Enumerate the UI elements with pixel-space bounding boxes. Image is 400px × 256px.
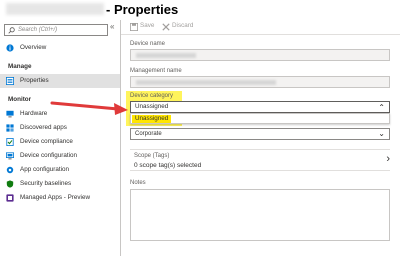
scope-value: 0 scope tag(s) selected [134, 162, 202, 169]
device-category-value: Unassigned [135, 103, 169, 110]
sidebar-item-hardware[interactable]: Hardware [0, 107, 120, 121]
management-name-field [130, 76, 390, 88]
redacted-device-name [136, 53, 196, 58]
toolbar-divider [121, 34, 400, 35]
sidebar-item-device-compliance[interactable]: Device compliance [0, 135, 120, 149]
save-label: Save [140, 22, 155, 29]
option-unassigned[interactable]: Unassigned [132, 115, 172, 123]
notes-textarea[interactable] [130, 189, 390, 241]
search-input[interactable]: Search (Ctrl+/) [4, 24, 108, 36]
chevron-right-icon: › [386, 153, 390, 165]
page-title: - Properties [106, 2, 179, 17]
collapse-sidebar-icon[interactable]: « [110, 22, 114, 31]
hardware-icon [6, 110, 14, 118]
sidebar-item-label: App configuration [20, 166, 70, 173]
security-icon [6, 180, 14, 188]
device-category-label: Device category [130, 93, 174, 99]
sidebar-item-label: Device configuration [20, 152, 78, 159]
device-category-dropdown[interactable]: Unassigned ⌃ [130, 101, 390, 113]
sidebar-item-label: Managed Apps - Preview [20, 194, 91, 201]
properties-icon [6, 77, 14, 85]
managed-apps-icon [6, 194, 14, 202]
sidebar-item-discovered-apps[interactable]: Discovered apps [0, 121, 120, 135]
sidebar-item-label: Properties [20, 77, 49, 84]
chevron-down-icon: ⌄ [378, 129, 385, 138]
sidebar-item-label: Overview [20, 44, 47, 51]
management-name-label: Management name [130, 68, 182, 74]
device-category-options: Unassigned [130, 113, 390, 124]
redacted-device-name [6, 3, 104, 15]
device-name-label: Device name [130, 41, 166, 47]
sidebar-item-device-configuration[interactable]: Device configuration [0, 149, 120, 163]
sidebar-item-overview[interactable]: Overview [0, 41, 120, 55]
sidebar: Search (Ctrl+/) « Overview Manage Proper… [0, 20, 121, 256]
close-icon [162, 23, 170, 31]
scope-label: Scope (Tags) [134, 153, 170, 159]
info-icon [6, 44, 14, 52]
redacted-management-name [136, 80, 276, 85]
configuration-icon [6, 152, 14, 160]
sidebar-item-app-configuration[interactable]: App configuration [0, 163, 120, 177]
sidebar-item-label: Device compliance [20, 138, 73, 145]
app-config-icon [6, 166, 14, 174]
title-bar: - Properties [0, 0, 400, 20]
sidebar-item-properties[interactable]: Properties [0, 74, 120, 88]
sidebar-item-label: Hardware [20, 110, 48, 117]
discard-label: Discard [172, 22, 194, 29]
sidebar-item-label: Discovered apps [20, 124, 67, 131]
sidebar-item-label: Security baselines [20, 180, 72, 187]
apps-icon [6, 124, 14, 132]
ownership-dropdown[interactable]: Corporate ⌄ [130, 128, 390, 140]
section-monitor: Monitor [8, 96, 32, 103]
compliance-icon [6, 138, 14, 146]
sidebar-item-security-baselines[interactable]: Security baselines [0, 177, 120, 191]
ownership-value: Corporate [135, 131, 162, 137]
notes-label: Notes [130, 180, 146, 186]
device-name-field [130, 49, 390, 61]
save-icon [130, 23, 138, 31]
section-manage: Manage [8, 63, 32, 70]
chevron-up-icon: ⌃ [378, 103, 385, 112]
scope-tags-row[interactable]: Scope (Tags) 0 scope tag(s) selected › [130, 149, 390, 171]
sidebar-item-managed-apps[interactable]: Managed Apps - Preview [0, 191, 120, 205]
